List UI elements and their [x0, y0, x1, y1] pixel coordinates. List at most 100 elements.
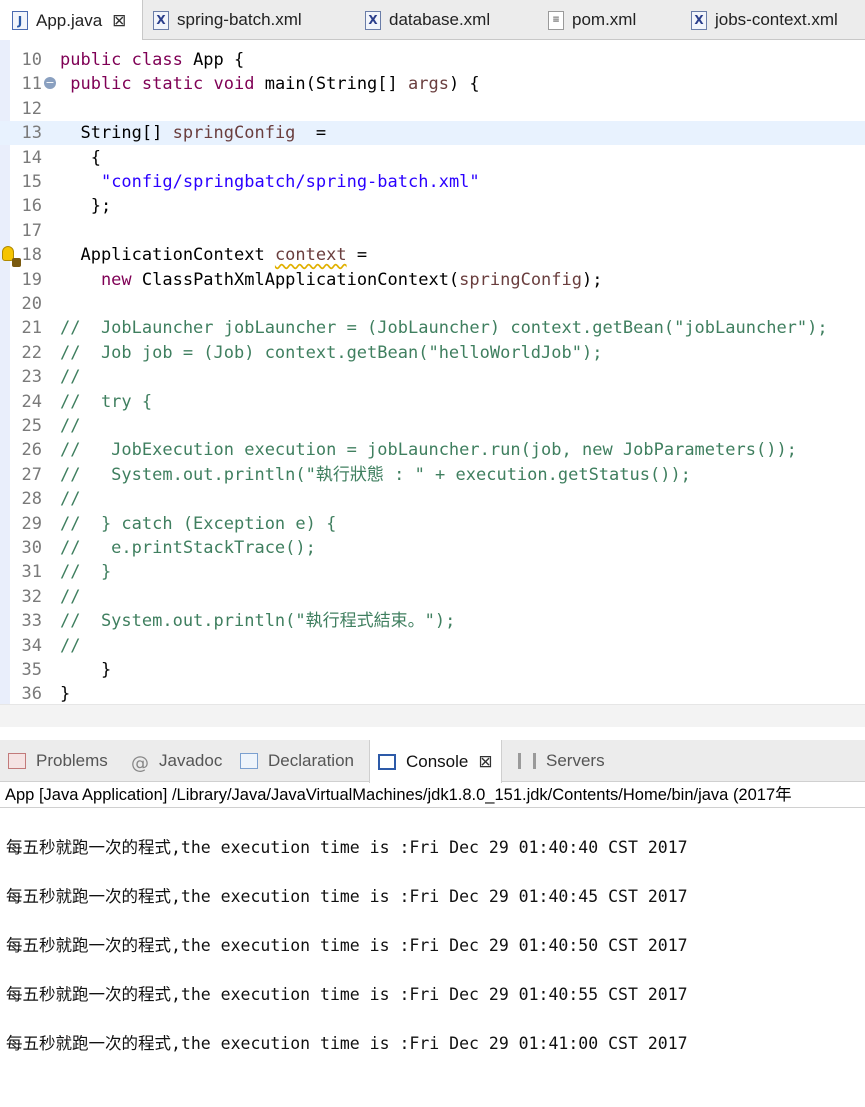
code-line[interactable]: 30 // e.printStackTrace();	[0, 536, 865, 560]
code-line[interactable]: 34 //	[0, 634, 865, 658]
code-token: App {	[193, 50, 245, 70]
code-line[interactable]: 17	[0, 219, 865, 243]
code-token: //	[60, 635, 81, 656]
code-text: {	[60, 146, 101, 170]
code-line[interactable]: 36}	[0, 682, 865, 706]
code-line[interactable]: 32 //	[0, 585, 865, 609]
tab-javadoc[interactable]: @ Javadoc	[131, 740, 222, 782]
tab-database-xml[interactable]: X database.xml	[365, 0, 490, 40]
code-text: // Job job = (Job) context.getBean("hell…	[60, 341, 602, 365]
tab-declaration[interactable]: Declaration	[240, 740, 354, 782]
code-token: String[]	[60, 123, 173, 144]
code-text: ApplicationContext context =	[60, 243, 367, 267]
code-line[interactable]: 28 //	[0, 487, 865, 511]
tab-pom-xml[interactable]: ≡ pom.xml	[548, 0, 636, 40]
tab-servers[interactable]: Servers	[518, 740, 605, 782]
tab-label: jobs-context.xml	[715, 10, 838, 29]
code-line[interactable]: 12	[0, 97, 865, 121]
tab-console[interactable]: Console ⊠	[369, 740, 502, 783]
line-number: 21	[21, 318, 42, 339]
tab-label: Javadoc	[159, 751, 223, 770]
line-number: 24	[21, 391, 42, 412]
code-line[interactable]: 23 //	[0, 365, 865, 389]
javadoc-icon: @	[131, 753, 149, 774]
code-token: ) {	[448, 74, 480, 95]
line-number: 16	[21, 196, 42, 217]
code-token: // JobLauncher jobLauncher = (JobLaunche…	[60, 318, 828, 339]
view-tab-bar: Problems @ Javadoc Declaration Console ⊠…	[0, 740, 865, 783]
code-token: // Job job = (Job) context.getBean("hell…	[60, 342, 603, 363]
code-text: // }	[60, 560, 111, 584]
code-line[interactable]: 15 "config/springbatch/spring-batch.xml"	[0, 170, 865, 194]
line-number: 28	[21, 489, 42, 510]
code-token: // try {	[60, 391, 153, 412]
code-editor[interactable]: 10 public class App {11− public static vo…	[0, 40, 865, 727]
tab-label: Servers	[546, 751, 605, 770]
code-text: // System.out.println("執行程式結束。");	[60, 609, 455, 633]
tab-label: database.xml	[389, 10, 491, 29]
fold-toggle-icon[interactable]: −	[44, 77, 56, 90]
code-line[interactable]: 14 {	[0, 146, 865, 170]
code-line[interactable]: 20	[0, 292, 865, 316]
editor-horizontal-scrollbar[interactable]	[0, 704, 865, 727]
tab-label: Declaration	[268, 751, 354, 770]
code-text: //	[60, 487, 80, 511]
tab-label: Console	[406, 751, 469, 771]
code-token: ApplicationContext	[60, 245, 275, 266]
line-number: 35	[21, 660, 42, 680]
code-token: //	[60, 489, 81, 510]
xml-file-icon: X	[153, 10, 169, 30]
code-token: //	[60, 367, 81, 388]
code-token: springConfig	[172, 123, 296, 144]
close-icon[interactable]: ⊠	[112, 11, 126, 31]
line-number: 31	[21, 562, 42, 583]
warning-lightbulb-icon[interactable]	[2, 246, 21, 268]
line-number: 22	[21, 342, 42, 363]
tab-problems[interactable]: Problems	[8, 740, 108, 782]
code-line[interactable]: 22 // Job job = (Job) context.getBean("he…	[0, 341, 865, 365]
code-line[interactable]: 18 ApplicationContext context =	[0, 243, 865, 268]
code-token: // System.out.println("執行程式結束。");	[60, 611, 456, 632]
code-text: };	[60, 194, 111, 218]
line-number: 11	[21, 74, 42, 95]
line-number: 29	[21, 513, 42, 534]
close-icon[interactable]: ⊠	[478, 752, 492, 772]
code-line[interactable]: 13 String[] springConfig =	[0, 121, 865, 146]
code-text: //	[60, 585, 80, 609]
code-line[interactable]: 25 //	[0, 414, 865, 438]
console-icon	[378, 753, 396, 770]
code-token: // } catch (Exception e) {	[60, 513, 337, 534]
tab-jobs-context-xml[interactable]: X jobs-context.xml	[691, 0, 838, 40]
tab-label: pom.xml	[572, 10, 637, 29]
code-line[interactable]: 10 public class App {	[0, 48, 865, 72]
code-line[interactable]: 21 // JobLauncher jobLauncher = (JobLaunc…	[0, 316, 865, 340]
code-line[interactable]: 16 };	[0, 194, 865, 218]
code-line[interactable]: 31 // }	[0, 560, 865, 584]
code-text: public static void main(String[] args) {	[60, 72, 480, 96]
declaration-icon	[240, 753, 258, 769]
code-text: //	[60, 365, 80, 389]
code-line[interactable]: 26 // JobExecution execution = jobLaunche…	[0, 438, 865, 462]
code-line[interactable]: 35 }	[0, 658, 865, 682]
console-output[interactable]: 每五秒就跑一次的程式,the execution time is :Fri De…	[0, 808, 865, 1107]
xml-file-icon: X	[691, 10, 707, 30]
line-number: 10	[21, 50, 42, 70]
code-line[interactable]: 24 // try {	[0, 390, 865, 414]
tab-app-java[interactable]: J App.java ⊠	[0, 0, 143, 41]
code-line[interactable]: 33 // System.out.println("執行程式結束。");	[0, 609, 865, 633]
line-number: 15	[21, 172, 42, 192]
code-text: // e.printStackTrace();	[60, 536, 316, 560]
tab-label: App.java	[36, 10, 103, 30]
code-line[interactable]: 27 // System.out.println("執行狀態 : " + exec…	[0, 463, 865, 487]
console-line: 每五秒就跑一次的程式,the execution time is :Fri De…	[6, 887, 688, 906]
code-text: public class App {	[60, 48, 244, 72]
code-token: =	[346, 245, 368, 266]
java-file-icon: J	[12, 11, 28, 30]
code-line[interactable]: 19 new ClassPathXmlApplicationContext(sp…	[0, 268, 865, 292]
code-line[interactable]: 11− public static void main(String[] arg…	[0, 72, 865, 96]
code-line[interactable]: 29 // } catch (Exception e) {	[0, 512, 865, 536]
line-number: 17	[21, 220, 42, 241]
code-text: // System.out.println("執行狀態 : " + execut…	[60, 463, 691, 487]
tab-spring-batch-xml[interactable]: X spring-batch.xml	[153, 0, 302, 40]
